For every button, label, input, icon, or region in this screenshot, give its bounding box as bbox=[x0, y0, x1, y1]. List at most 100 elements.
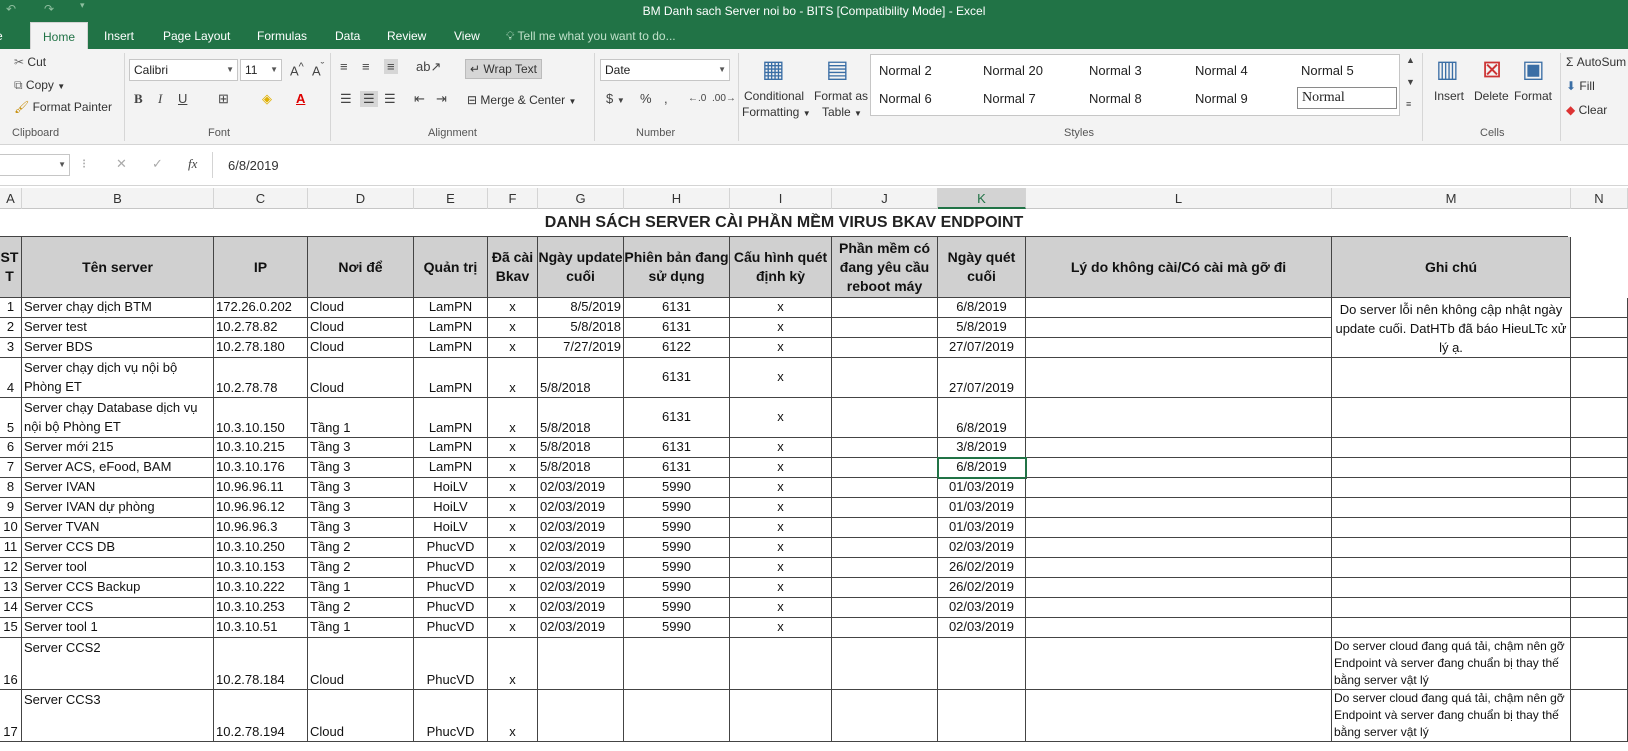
table-cell[interactable]: PhucVD bbox=[414, 578, 488, 598]
table-cell[interactable]: 02/03/2019 bbox=[938, 618, 1026, 638]
table-cell[interactable] bbox=[832, 338, 938, 358]
table-cell[interactable]: 17 bbox=[0, 690, 22, 742]
table-cell[interactable]: Server chạy dịch vụ nội bộ Phòng ET bbox=[22, 358, 214, 398]
table-cell[interactable] bbox=[832, 518, 938, 538]
table-cell[interactable]: 6131 bbox=[624, 438, 730, 458]
wrap-text-button[interactable]: ↵ Wrap Text bbox=[465, 59, 542, 79]
header-cell[interactable]: Quản trị bbox=[414, 237, 488, 298]
empty-cell[interactable] bbox=[1571, 538, 1628, 558]
empty-cell[interactable] bbox=[1571, 578, 1628, 598]
table-cell[interactable]: 10.3.10.51 bbox=[214, 618, 308, 638]
table-cell[interactable]: Server CCS bbox=[22, 598, 214, 618]
table-cell[interactable]: 02/03/2019 bbox=[538, 578, 624, 598]
column-header-k[interactable]: K bbox=[938, 188, 1026, 209]
align-bottom-icon[interactable]: ≡ bbox=[384, 59, 398, 74]
table-cell[interactable]: 02/03/2019 bbox=[538, 558, 624, 578]
table-cell[interactable]: Tầng 2 bbox=[308, 558, 414, 578]
empty-cell[interactable] bbox=[1571, 298, 1628, 318]
table-cell[interactable]: 10.96.96.12 bbox=[214, 498, 308, 518]
number-format-select[interactable]: Date ▼ bbox=[600, 59, 730, 81]
header-cell[interactable]: Ghi chú bbox=[1332, 237, 1571, 298]
table-cell[interactable]: HoiLV bbox=[414, 498, 488, 518]
table-cell[interactable] bbox=[1332, 598, 1571, 618]
table-cell[interactable]: x bbox=[488, 478, 538, 498]
table-cell[interactable]: x bbox=[730, 538, 832, 558]
tab-home[interactable]: Home bbox=[30, 22, 89, 49]
table-cell[interactable]: 10.2.78.194 bbox=[214, 690, 308, 742]
table-cell[interactable]: 6/8/2019 bbox=[938, 398, 1026, 438]
decrease-font-icon[interactable]: Aˇ bbox=[312, 61, 324, 78]
table-cell[interactable]: 5/8/2018 bbox=[538, 438, 624, 458]
delete-cells-button[interactable]: Delete bbox=[1474, 89, 1509, 103]
formula-input[interactable]: 6/8/2019 bbox=[228, 158, 279, 173]
autosum-button[interactable]: Σ AutoSum bbox=[1566, 55, 1626, 69]
table-cell[interactable] bbox=[1026, 438, 1332, 458]
table-cell[interactable]: LamPN bbox=[414, 338, 488, 358]
table-cell[interactable]: 5 bbox=[0, 398, 22, 438]
table-cell[interactable]: Cloud bbox=[308, 638, 414, 690]
table-cell[interactable]: 10.3.10.150 bbox=[214, 398, 308, 438]
header-cell[interactable]: ST T bbox=[0, 237, 22, 298]
table-cell[interactable]: x bbox=[488, 558, 538, 578]
table-cell[interactable]: x bbox=[730, 618, 832, 638]
table-cell[interactable]: x bbox=[488, 358, 538, 398]
table-cell[interactable]: x bbox=[730, 298, 832, 318]
decrease-indent-icon[interactable]: ⇤ bbox=[414, 91, 425, 107]
table-cell[interactable]: 16 bbox=[0, 638, 22, 690]
table-cell[interactable]: Server chạy dịch BTM bbox=[22, 298, 214, 318]
table-cell[interactable]: 10.2.78.184 bbox=[214, 638, 308, 690]
table-cell[interactable]: x bbox=[488, 398, 538, 438]
gallery-up-icon[interactable]: ▲ bbox=[1406, 55, 1415, 65]
table-cell[interactable] bbox=[1332, 578, 1571, 598]
tab-review[interactable]: Review bbox=[387, 22, 426, 49]
table-cell[interactable]: 6131 bbox=[624, 298, 730, 318]
column-header-a[interactable]: A bbox=[0, 188, 22, 209]
table-cell[interactable]: x bbox=[488, 598, 538, 618]
table-cell[interactable]: LamPN bbox=[414, 398, 488, 438]
table-cell[interactable]: 2 bbox=[0, 318, 22, 338]
table-cell[interactable]: Server CCS2 bbox=[22, 638, 214, 690]
table-cell[interactable]: 5/8/2018 bbox=[538, 358, 624, 398]
table-cell[interactable]: Server IVAN bbox=[22, 478, 214, 498]
table-cell[interactable]: Tầng 1 bbox=[308, 618, 414, 638]
style-normal-7[interactable]: Normal 7 bbox=[983, 91, 1036, 106]
table-cell[interactable]: 01/03/2019 bbox=[938, 498, 1026, 518]
table-cell[interactable]: 01/03/2019 bbox=[938, 518, 1026, 538]
tab-data[interactable]: Data bbox=[335, 22, 360, 49]
table-cell[interactable]: x bbox=[488, 318, 538, 338]
header-cell[interactable]: Ngày quét cuối bbox=[938, 237, 1026, 298]
table-cell[interactable] bbox=[1026, 598, 1332, 618]
table-cell[interactable] bbox=[1332, 458, 1571, 478]
table-cell[interactable]: 02/03/2019 bbox=[538, 598, 624, 618]
cancel-icon[interactable]: ✕ bbox=[116, 156, 127, 172]
table-cell[interactable]: x bbox=[488, 518, 538, 538]
table-cell[interactable]: 1 bbox=[0, 298, 22, 318]
table-cell[interactable]: PhucVD bbox=[414, 558, 488, 578]
table-cell[interactable]: 27/07/2019 bbox=[938, 338, 1026, 358]
table-cell[interactable]: 01/03/2019 bbox=[938, 478, 1026, 498]
empty-cell[interactable] bbox=[1571, 438, 1628, 458]
table-cell[interactable] bbox=[1026, 690, 1332, 742]
table-cell[interactable] bbox=[1332, 558, 1571, 578]
table-cell[interactable]: 7/27/2019 bbox=[538, 338, 624, 358]
tab-file[interactable]: e bbox=[0, 22, 3, 49]
table-cell[interactable]: Server IVAN dự phòng bbox=[22, 498, 214, 518]
empty-cell[interactable] bbox=[1571, 518, 1628, 538]
table-cell[interactable]: Tầng 3 bbox=[308, 438, 414, 458]
table-cell[interactable]: x bbox=[730, 398, 832, 438]
table-cell[interactable]: 5/8/2018 bbox=[538, 318, 624, 338]
table-cell[interactable]: 172.26.0.202 bbox=[214, 298, 308, 318]
table-cell[interactable]: Server ACS, eFood, BAM bbox=[22, 458, 214, 478]
table-cell[interactable]: 10.2.78.82 bbox=[214, 318, 308, 338]
insert-cells-button[interactable]: Insert bbox=[1434, 89, 1464, 103]
table-cell[interactable] bbox=[832, 690, 938, 742]
table-cell[interactable] bbox=[832, 438, 938, 458]
decrease-decimal-icon[interactable]: .00→ bbox=[712, 93, 736, 104]
table-cell[interactable]: x bbox=[488, 578, 538, 598]
increase-font-icon[interactable]: A^ bbox=[290, 61, 304, 78]
table-cell[interactable]: 02/03/2019 bbox=[938, 538, 1026, 558]
table-cell[interactable]: 5990 bbox=[624, 618, 730, 638]
table-cell[interactable]: Tầng 1 bbox=[308, 578, 414, 598]
note-cell[interactable]: Do server lỗi nên không cập nhật ngày up… bbox=[1332, 298, 1571, 358]
table-cell[interactable]: 5990 bbox=[624, 598, 730, 618]
